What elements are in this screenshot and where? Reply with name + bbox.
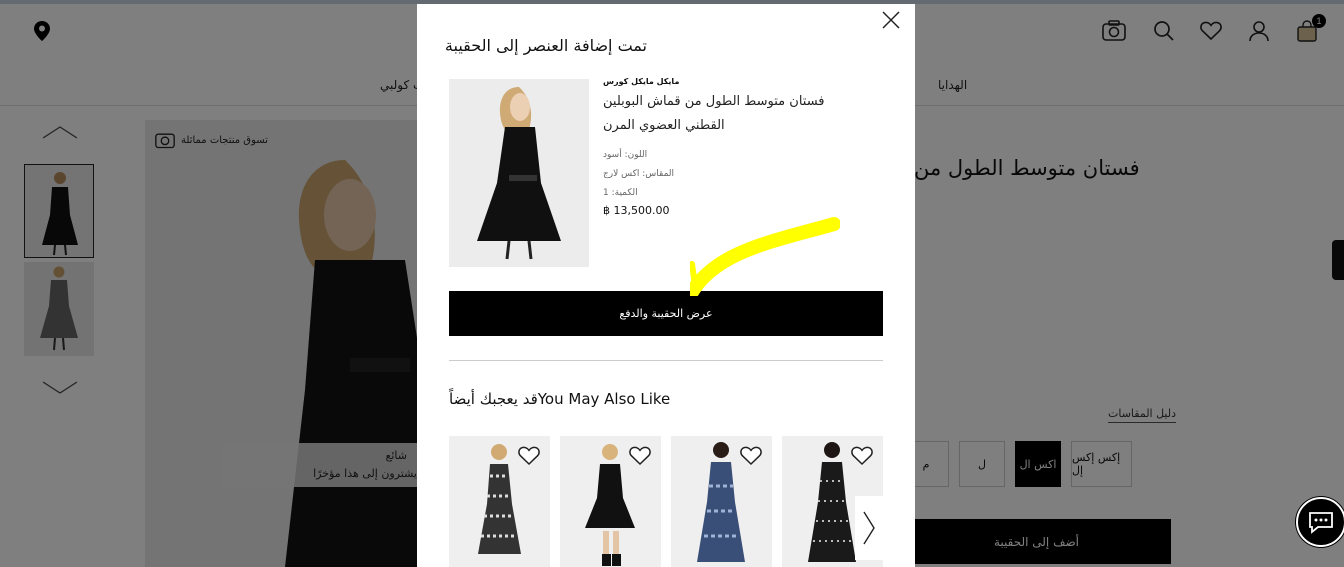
product-quantity: الكمية: 1 [603,188,638,198]
product-price: ฿ 13,500.00 [603,204,670,217]
heart-icon[interactable] [851,446,873,466]
product-size: المقاس: اكس لارج [603,169,675,179]
product-brand: مايكل مايكل كورس [603,77,680,86]
close-icon[interactable] [879,8,903,32]
modal-title: تمت إضافة العنصر إلى الحقيبة [444,36,647,55]
added-product-details: مايكل مايكل كورس فستان متوسط الطول من قم… [603,77,859,217]
chat-icon[interactable] [1296,497,1344,547]
recommended-product-card[interactable] [671,436,772,567]
divider [449,360,883,361]
view-bag-checkout-button[interactable]: عرض الحقيبة والدفع [449,291,883,336]
heart-icon[interactable] [518,446,540,466]
you-may-also-like-heading: قد يعجبك أيضاًYou May Also Like [449,390,671,408]
recommended-product-card[interactable] [560,436,661,567]
product-color: اللون: أسود [603,150,648,160]
recommended-product-card[interactable] [449,436,550,567]
product-name[interactable]: فستان متوسط الطول من قماش البوبلين القطن… [603,90,843,138]
added-product-image[interactable] [449,79,589,267]
heart-icon[interactable] [740,446,762,466]
added-to-bag-modal: تمت إضافة العنصر إلى الحقيبة مايكل مايكل… [417,4,915,567]
heart-icon[interactable] [629,446,651,466]
carousel-next-icon[interactable] [855,496,883,560]
